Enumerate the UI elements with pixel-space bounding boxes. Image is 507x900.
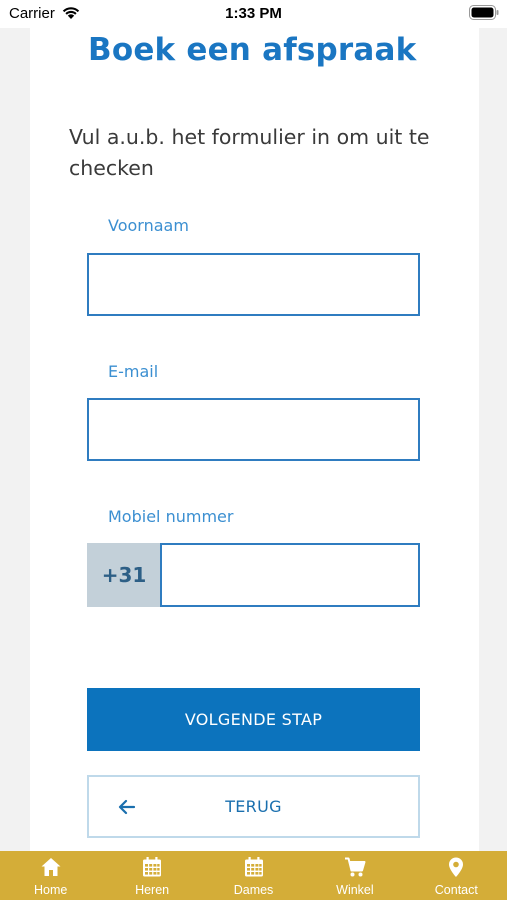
cart-icon bbox=[344, 857, 366, 877]
tab-label-winkel: Winkel bbox=[336, 883, 374, 897]
next-step-button[interactable]: VOLGENDE STAP bbox=[87, 688, 420, 751]
intro-text: Vul a.u.b. het formulier in om uit te ch… bbox=[69, 125, 430, 180]
tab-label-dames: Dames bbox=[233, 883, 274, 897]
tab-label-contact: Contact bbox=[434, 883, 478, 897]
back-button-label: TERUG bbox=[225, 797, 282, 816]
tab-label-home: Home bbox=[34, 883, 68, 897]
tab-home[interactable]: Home bbox=[0, 851, 101, 900]
country-code-prefix: +31 bbox=[87, 543, 161, 607]
home-icon bbox=[41, 858, 61, 876]
email-label: E-mail bbox=[108, 362, 159, 381]
first-name-label: Voornaam bbox=[108, 216, 189, 235]
calendar-icon bbox=[143, 857, 162, 877]
tab-label-heren: Heren bbox=[135, 883, 170, 897]
calendar-icon bbox=[244, 857, 263, 877]
status-bar: Carrier 1:33 PM bbox=[0, 0, 507, 28]
tab-heren[interactable]: Heren bbox=[101, 851, 202, 900]
first-name-input[interactable] bbox=[87, 253, 420, 316]
clock: 1:33 PM bbox=[225, 5, 282, 22]
bottom-tab-bar: Home Heren Dames Winkel Contact bbox=[0, 851, 507, 900]
page-title: Boek een afspraak bbox=[88, 32, 417, 68]
battery-icon bbox=[469, 5, 499, 20]
mobile-label: Mobiel nummer bbox=[108, 507, 234, 526]
back-button[interactable]: TERUG bbox=[87, 775, 420, 838]
mobile-input[interactable] bbox=[160, 543, 420, 607]
location-pin-icon bbox=[449, 857, 464, 877]
tab-winkel[interactable]: Winkel bbox=[304, 851, 405, 900]
email-input[interactable] bbox=[87, 398, 420, 461]
tab-contact[interactable]: Contact bbox=[406, 851, 507, 900]
tab-dames[interactable]: Dames bbox=[203, 851, 304, 900]
